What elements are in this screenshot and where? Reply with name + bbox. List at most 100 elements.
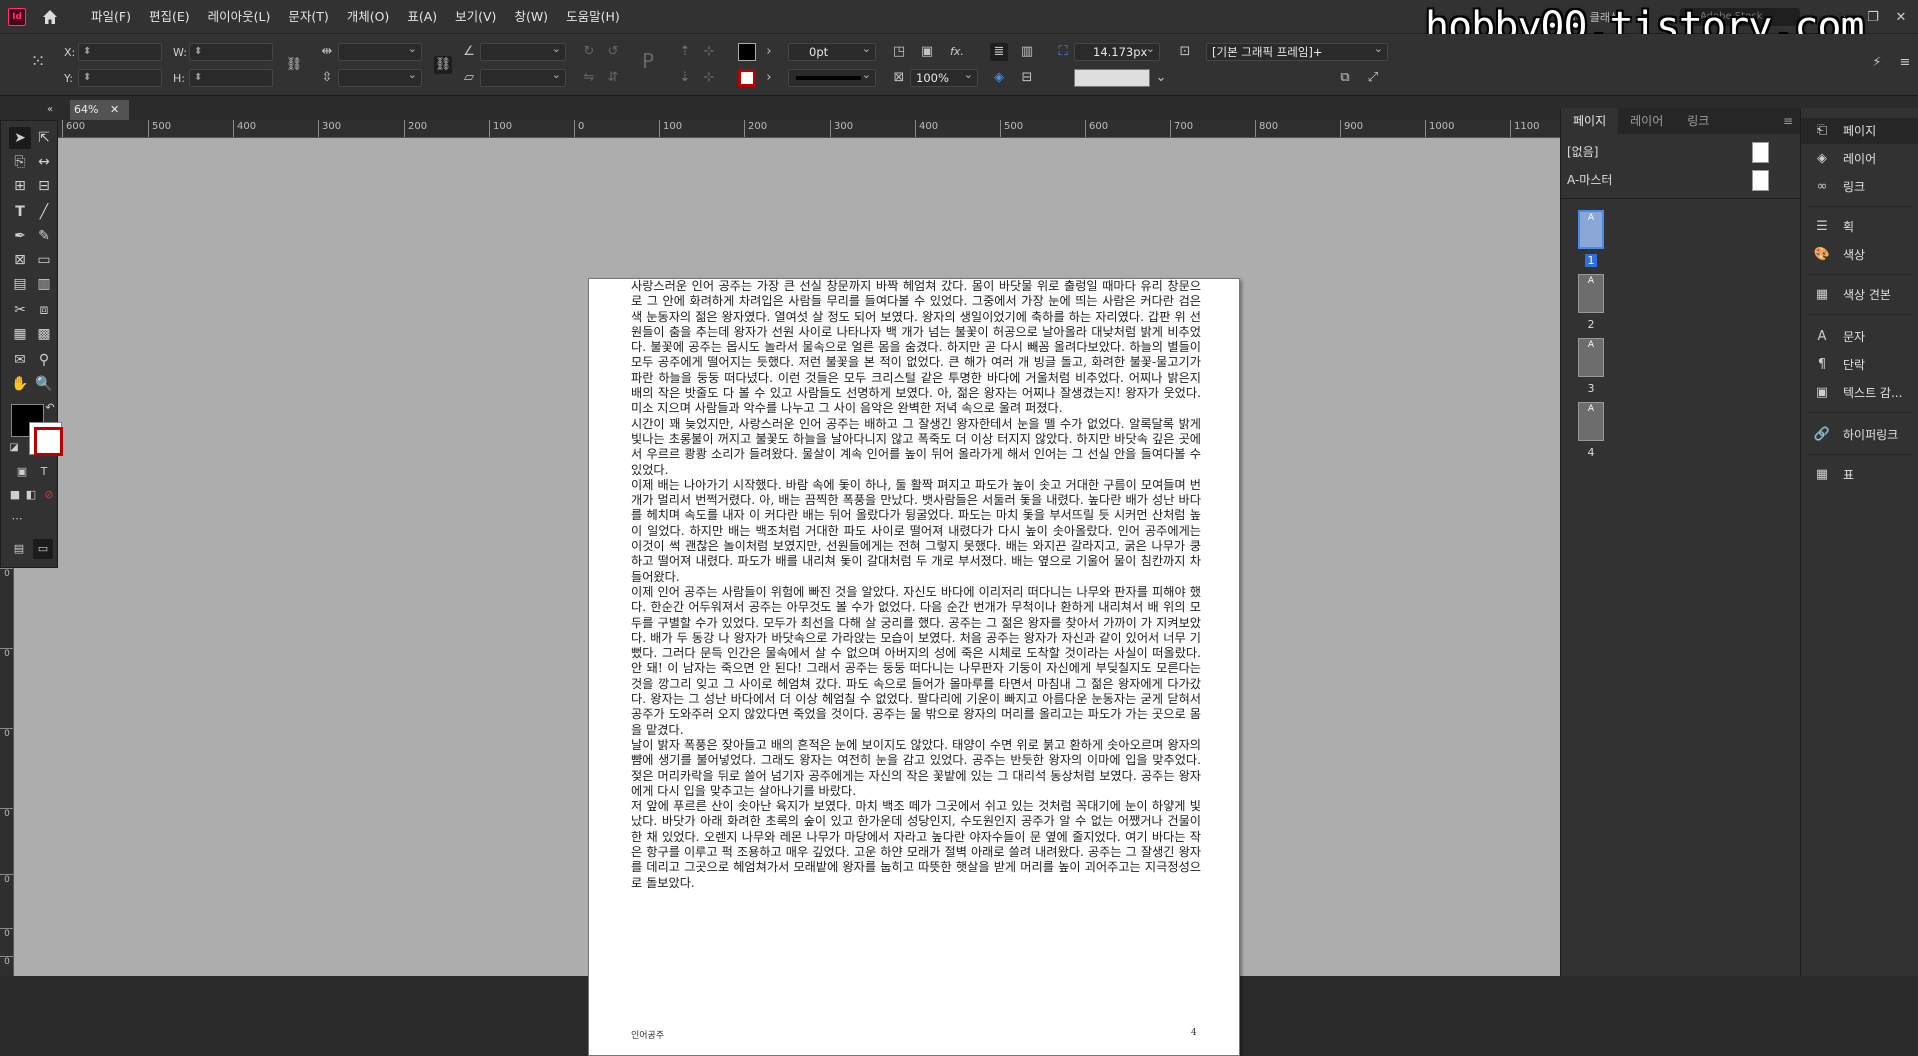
text-wrap-bounding-icon[interactable]: ▥ bbox=[1018, 43, 1036, 61]
dock-item-character[interactable]: A 문자 bbox=[1801, 324, 1918, 350]
reference-point-icon[interactable]: ⁙ bbox=[24, 48, 52, 76]
stroke-menu-icon[interactable]: › bbox=[760, 69, 778, 87]
document-page[interactable]: 사랑스러운 인어 공주는 가장 큰 선실 창문까지 바짝 헤엄쳐 갔다. 몸이 … bbox=[588, 278, 1240, 1056]
shear-angle-field[interactable] bbox=[480, 67, 566, 87]
stroke-type-dropdown[interactable] bbox=[788, 67, 876, 87]
stroke-preview-menu-icon[interactable]: ⌄ bbox=[1152, 69, 1170, 87]
link-scale-icon[interactable]: ⛓ bbox=[434, 56, 452, 74]
master-none[interactable]: [없음] bbox=[1561, 138, 1801, 166]
direct-selection-tool-icon[interactable]: ⇱ bbox=[33, 127, 55, 149]
flip-horizontal-icon[interactable]: ⇋ bbox=[580, 69, 598, 87]
dock-item-color[interactable]: 🎨 색상 bbox=[1801, 242, 1918, 268]
rotate-cw-icon[interactable]: ↻ bbox=[580, 43, 598, 61]
tab-pages[interactable]: 페이지 bbox=[1561, 108, 1619, 134]
menu-type[interactable]: 문자(T) bbox=[279, 0, 337, 34]
h-field[interactable] bbox=[189, 69, 273, 87]
stroke-swatch[interactable] bbox=[29, 422, 63, 456]
content-collector-icon[interactable]: ⊞ bbox=[9, 175, 31, 197]
dock-item-layers[interactable]: ◈ 레이어 bbox=[1801, 146, 1918, 172]
text-wrap-none-icon[interactable]: ≣ bbox=[990, 43, 1008, 61]
menu-help[interactable]: 도움말(H) bbox=[557, 0, 629, 34]
scissors-tool-icon[interactable]: ✂ bbox=[9, 299, 31, 321]
dock-item-swatches[interactable]: ▦ 색상 견본 bbox=[1801, 282, 1918, 308]
w-field[interactable] bbox=[189, 43, 273, 61]
content-placer-icon[interactable]: ⊟ bbox=[33, 175, 55, 197]
rectangle-frame-tool-icon[interactable]: ⊠ bbox=[9, 249, 31, 271]
select-next-icon[interactable]: ⊹ bbox=[700, 69, 718, 87]
dock-item-stroke[interactable]: ☰ 획 bbox=[1801, 214, 1918, 240]
auto-fit-icon[interactable]: ⛶ bbox=[1054, 43, 1072, 61]
page-thumbnail[interactable]: A bbox=[1578, 402, 1604, 441]
normal-mode-icon[interactable]: ▭ bbox=[33, 539, 53, 559]
select-content-icon[interactable]: ⊹ bbox=[700, 43, 718, 61]
close-tab-icon[interactable]: ✕ bbox=[110, 103, 119, 116]
page-thumbnail[interactable]: A bbox=[1578, 274, 1604, 313]
menu-table[interactable]: 표(A) bbox=[398, 0, 446, 34]
effects-button[interactable]: fx. bbox=[950, 45, 964, 58]
tab-links[interactable]: 링크 bbox=[1675, 108, 1721, 134]
corner-options-icon[interactable]: ◳ bbox=[890, 43, 908, 61]
select-container-icon[interactable]: ⇡ bbox=[676, 43, 694, 61]
fit-frame-icon[interactable]: ⤢ bbox=[1364, 69, 1382, 87]
frame-fitting-icon[interactable]: ⊡ bbox=[1176, 43, 1194, 61]
horizontal-grid-tool-icon[interactable]: ▤ bbox=[9, 273, 31, 295]
stroke-weight-field[interactable]: 0pt bbox=[788, 41, 876, 61]
home-icon[interactable] bbox=[40, 7, 60, 27]
line-tool-icon[interactable]: ╱ bbox=[33, 201, 55, 223]
rotation-angle-field[interactable] bbox=[480, 41, 566, 61]
gradient-feather-tool-icon[interactable]: ▩ bbox=[33, 323, 55, 345]
menu-window[interactable]: 창(W) bbox=[505, 0, 557, 34]
type-tool-icon[interactable]: T bbox=[9, 201, 31, 223]
constrain-proportions-icon[interactable]: ⛓ bbox=[285, 56, 303, 74]
swap-colors-icon[interactable]: ↶ bbox=[43, 401, 57, 415]
object-style-icon[interactable]: ◈ bbox=[990, 69, 1008, 87]
menu-layout[interactable]: 레이아웃(L) bbox=[199, 0, 280, 34]
gap-tool-icon[interactable]: ↔ bbox=[33, 151, 55, 173]
dock-item-hyperlinks[interactable]: 🔗 하이퍼링크 bbox=[1801, 422, 1918, 448]
menu-object[interactable]: 개체(O) bbox=[338, 0, 399, 34]
dock-item-text-wrap[interactable]: ▣ 텍스트 감... bbox=[1801, 380, 1918, 406]
note-tool-icon[interactable]: ✉ bbox=[9, 349, 31, 371]
close-icon[interactable]: ✕ bbox=[1892, 10, 1910, 25]
tab-layers[interactable]: 레이어 bbox=[1618, 108, 1675, 134]
page-tool-icon[interactable]: ⎘ bbox=[9, 151, 31, 173]
x-field[interactable] bbox=[78, 43, 162, 61]
panel-menu-icon[interactable]: ≡ bbox=[1775, 108, 1801, 134]
menu-view[interactable]: 보기(V) bbox=[446, 0, 505, 34]
master-a[interactable]: A-마스터 bbox=[1561, 166, 1801, 194]
eyedropper-tool-icon[interactable]: ⚲ bbox=[33, 349, 55, 371]
selection-tool-icon[interactable]: ➤ bbox=[9, 127, 31, 149]
align-icon[interactable]: ⊟ bbox=[1018, 69, 1036, 87]
dock-item-pages[interactable]: ⎗ 페이지 bbox=[1801, 118, 1918, 144]
hand-tool-icon[interactable]: ✋ bbox=[9, 373, 31, 395]
fill-menu-icon[interactable]: › bbox=[760, 43, 778, 61]
apply-color-icon[interactable]: ■ bbox=[7, 487, 23, 503]
pasteboard[interactable]: 사랑스러운 인어 공주는 가장 큰 선실 창문까지 바짝 헤엄쳐 갔다. 몸이 … bbox=[14, 138, 1560, 1056]
document-tab[interactable]: 64% ✕ bbox=[70, 100, 130, 120]
formatting-container-icon[interactable]: ▣ bbox=[13, 463, 31, 481]
rectangle-tool-icon[interactable]: ▭ bbox=[33, 249, 55, 271]
dock-item-links[interactable]: ∞ 링크 bbox=[1801, 174, 1918, 200]
apply-gradient-icon[interactable]: ◧ bbox=[23, 487, 39, 503]
text-frame[interactable]: 사랑스러운 인어 공주는 가장 큰 선실 창문까지 바짝 헤엄쳐 갔다. 몸이 … bbox=[631, 279, 1201, 891]
scale-y-field[interactable] bbox=[338, 67, 422, 87]
page-thumbnail[interactable]: A bbox=[1578, 338, 1604, 377]
stroke-swatch-control[interactable] bbox=[738, 69, 756, 87]
gradient-swatch-tool-icon[interactable]: ▦ bbox=[9, 323, 31, 345]
apply-none-icon[interactable]: ⊘ bbox=[41, 487, 57, 503]
fill-swatch-control[interactable] bbox=[738, 43, 756, 61]
select-previous-icon[interactable]: ⇣ bbox=[676, 69, 694, 87]
page-thumbnail[interactable]: A bbox=[1578, 210, 1604, 249]
pen-tool-icon[interactable]: ✒ bbox=[9, 225, 31, 247]
rotate-ccw-icon[interactable]: ↺ bbox=[604, 43, 622, 61]
object-style-dropdown[interactable]: [기본 그래픽 프레임]+ bbox=[1206, 41, 1388, 61]
share-icon[interactable]: ⋯ bbox=[9, 511, 25, 527]
opacity-field[interactable]: 100% bbox=[910, 67, 978, 87]
panel-menu-icon[interactable]: ≡ bbox=[1896, 54, 1914, 72]
fit-content-icon[interactable]: ⧉ bbox=[1336, 69, 1354, 87]
formatting-text-icon[interactable]: T bbox=[35, 463, 53, 481]
restore-icon[interactable]: ❐ bbox=[1864, 10, 1882, 25]
flip-vertical-icon[interactable]: ⇵ bbox=[604, 69, 622, 87]
drop-shadow-icon[interactable]: ▣ bbox=[918, 43, 936, 61]
dock-item-paragraph[interactable]: ¶ 단락 bbox=[1801, 352, 1918, 378]
